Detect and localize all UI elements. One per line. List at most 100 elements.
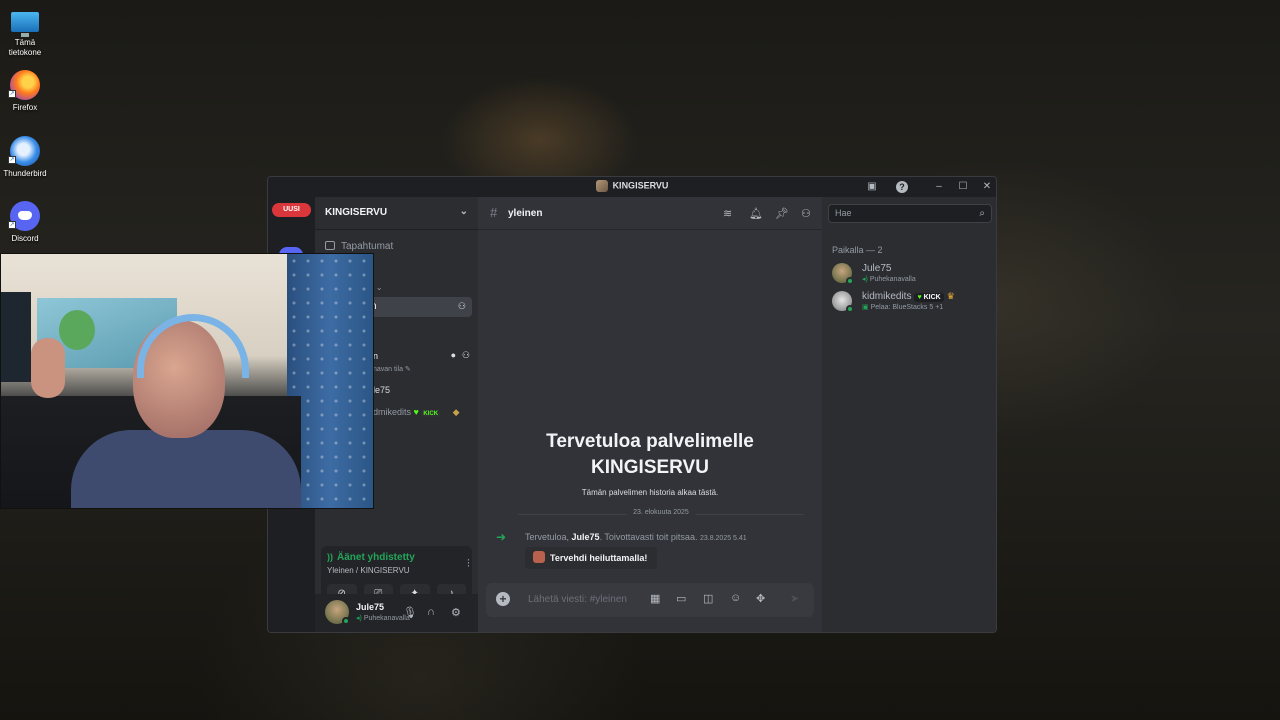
firefox-icon: ↗ xyxy=(8,70,40,100)
desktop-icon-thunderbird[interactable]: ↗ Thunderbird xyxy=(2,136,48,179)
shortcut-arrow-icon: ↗ xyxy=(8,221,16,229)
discord-window: KINGISERVU ▣ ? – ☐ ✕ UUSI KINGISERVU ⌄ T… xyxy=(267,176,997,633)
window-title: KINGISERVU xyxy=(268,180,996,192)
minimize-button[interactable]: – xyxy=(933,181,945,193)
message-composer: + Lähetä viesti: #yleinen ▦ ▭ ◫ ☺ ✥ ➤ xyxy=(486,583,814,617)
threads-icon[interactable]: ≋ xyxy=(723,207,732,220)
user-name[interactable]: Jule75 xyxy=(356,602,384,612)
online-status-icon xyxy=(846,305,854,313)
window-titlebar: KINGISERVU ▣ ? – ☐ ✕ xyxy=(268,177,996,197)
voice-location[interactable]: Yleinen / KINGISERVU xyxy=(327,566,410,575)
member-item[interactable]: Jule75 ◂) Puhekanavalla xyxy=(832,261,992,285)
user-panel: Jule75 ◂) Puhekanavalla 🎙 ∩ ⚙ xyxy=(315,594,478,632)
hashtag-icon: # xyxy=(490,205,498,220)
signal-icon: )) xyxy=(327,552,333,562)
inbox-icon[interactable]: ▣ xyxy=(866,181,878,193)
add-member-icon[interactable]: ⚇ xyxy=(458,301,466,312)
add-member-icon[interactable]: ⚇ xyxy=(462,350,470,361)
online-status-icon xyxy=(846,277,854,285)
member-list: Hae ⌕ Paikalla — 2 Jule75 ◂) Puhekanaval… xyxy=(822,197,996,632)
online-status-icon xyxy=(342,617,350,625)
person-shirt xyxy=(71,430,301,508)
apps-icon[interactable]: ✥ xyxy=(756,592,765,605)
gear-icon[interactable]: ⚙ xyxy=(451,606,461,619)
search-input[interactable]: Hae ⌕ xyxy=(828,204,992,223)
wall-poster xyxy=(1,292,31,382)
thunderbird-icon: ↗ xyxy=(8,136,40,166)
member-name-row: kidmikedits ♥ KICK ♛ xyxy=(862,291,955,302)
member-list-icon[interactable]: ⚇ xyxy=(801,207,811,220)
desktop-icon-label: Thunderbird xyxy=(3,169,47,178)
kick-badge: ♥ KICK xyxy=(914,293,944,302)
gift-icon[interactable]: ▦ xyxy=(650,592,660,605)
microphone-icon[interactable]: 🎙 xyxy=(403,606,417,619)
desktop-icon-label: Tämä tietokone xyxy=(8,38,42,57)
events-link[interactable]: Tapahtumat xyxy=(325,241,393,252)
activity-icon: ◆ xyxy=(452,407,460,417)
heart-icon: ♥ xyxy=(917,294,922,301)
user-status: ◂) Puhekanavalla xyxy=(356,614,410,622)
member-name: kidmikedits xyxy=(862,291,912,302)
close-button[interactable]: ✕ xyxy=(981,181,993,193)
send-icon[interactable]: ➤ xyxy=(790,592,799,605)
crown-icon: ♛ xyxy=(946,291,955,301)
wave-sticker-icon xyxy=(533,551,545,563)
voice-user[interactable]: le75 xyxy=(373,385,390,395)
soundwave-icon[interactable]: ⫶ xyxy=(467,558,470,571)
message-input[interactable]: Lähetä viesti: #yleinen xyxy=(528,594,627,605)
voice-status[interactable]: )) Äänet yhdistetty xyxy=(327,552,415,563)
desktop-icon-firefox[interactable]: ↗ Firefox xyxy=(2,70,48,113)
welcome-title-line: KINGISERVU xyxy=(591,457,709,478)
emoji-icon[interactable]: ☺ xyxy=(730,592,741,604)
calendar-icon xyxy=(325,241,335,250)
message-timestamp: 23.8.2025 5.41 xyxy=(699,535,747,542)
chevron-down-icon: ⌄ xyxy=(459,206,468,217)
desktop-icon-label: Firefox xyxy=(12,103,38,112)
shortcut-arrow-icon: ↗ xyxy=(8,156,16,164)
chat-bubble-icon[interactable]: ● xyxy=(451,350,456,360)
search-placeholder: Hae xyxy=(835,208,852,218)
server-thumbnail-icon xyxy=(595,180,608,192)
help-icon[interactable]: ? xyxy=(896,181,908,193)
person-hand xyxy=(31,338,65,398)
new-badge[interactable]: UUSI xyxy=(272,203,311,217)
wave-button-label: Tervehdi heiluttamalla! xyxy=(550,553,648,563)
channel-header: # yleinen ≋ 🔔︎ 📌︎ ⚇ xyxy=(478,197,822,230)
member-status-text: Pelaa: BlueStacks 5 xyxy=(870,304,934,311)
sticker-icon[interactable]: ◫ xyxy=(703,592,713,605)
member-name: Jule75 xyxy=(862,263,892,274)
speaker-icon: ◂) xyxy=(862,276,868,283)
welcome-title: Tervetuloa palvelimelle KINGISERVU xyxy=(478,429,822,481)
date-divider: 23. elokuuta 2025 xyxy=(518,509,804,516)
gamepad-icon: ▣ xyxy=(862,304,869,311)
kick-badge-label: KICK xyxy=(923,294,941,301)
headphones-icon[interactable]: ∩ xyxy=(427,606,435,618)
monitor-icon xyxy=(11,12,39,37)
events-label: Tapahtumat xyxy=(341,241,394,252)
window-title-text: KINGISERVU xyxy=(612,180,669,191)
channel-name: yleinen xyxy=(508,208,543,219)
member-group-header: Paikalla — 2 xyxy=(832,245,883,255)
gif-icon[interactable]: ▭ xyxy=(676,592,686,605)
join-message-user[interactable]: Jule75 xyxy=(572,532,600,542)
maximize-button[interactable]: ☐ xyxy=(957,181,969,193)
chat-area: # yleinen ≋ 🔔︎ 📌︎ ⚇ Tervetuloa palvelime… xyxy=(478,197,822,632)
add-attachment-icon[interactable]: + xyxy=(496,592,510,606)
member-status: ◂) Puhekanavalla xyxy=(862,275,916,283)
desktop-icon-label: Discord xyxy=(11,234,39,243)
join-arrow-icon: ➜ xyxy=(496,530,507,544)
heart-icon: ♥ xyxy=(413,407,419,417)
desktop-icon-this-pc[interactable]: Tämä tietokone xyxy=(2,6,48,58)
desktop-icon-discord[interactable]: ↗ Discord xyxy=(2,201,48,244)
welcome-subtitle: Tämän palvelimen historia alkaa tästä. xyxy=(581,488,719,497)
member-status: ▣ Pelaa: BlueStacks 5 +1 xyxy=(862,303,943,311)
pin-icon[interactable]: 📌︎ xyxy=(775,207,789,220)
member-status-extra: +1 xyxy=(935,304,944,311)
voice-status-label: navan tila ✎ xyxy=(373,366,411,373)
shortcut-arrow-icon: ↗ xyxy=(8,90,16,98)
voice-user[interactable]: dmikedits ♥ KICK ◆ xyxy=(373,407,460,418)
member-item[interactable]: kidmikedits ♥ KICK ♛ ▣ Pelaa: BlueStacks 5… xyxy=(832,289,992,313)
wave-button[interactable]: Tervehdi heiluttamalla! xyxy=(525,547,658,569)
server-header[interactable]: KINGISERVU ⌄ xyxy=(315,197,478,230)
bell-icon[interactable]: 🔔︎ xyxy=(749,207,763,220)
